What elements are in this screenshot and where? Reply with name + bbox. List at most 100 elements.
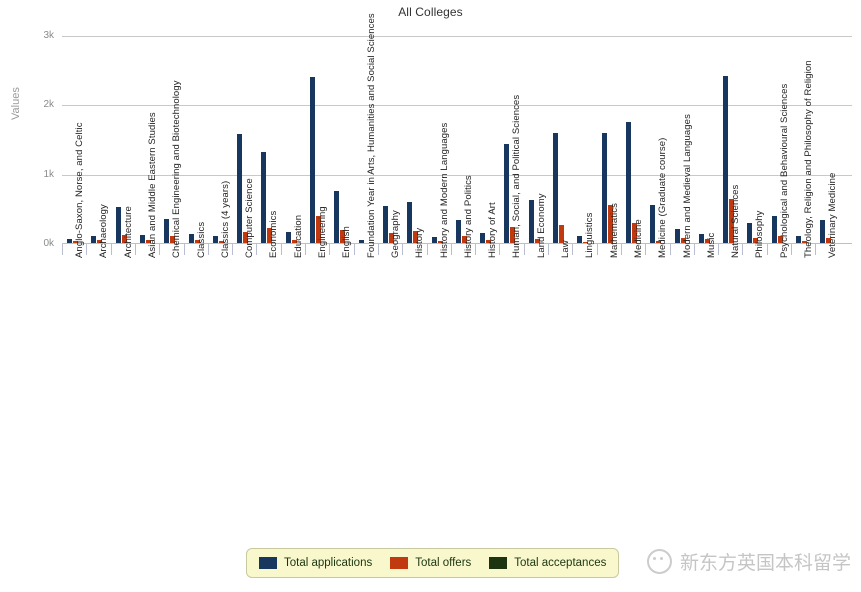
bar-apps[interactable] xyxy=(382,205,388,244)
bar-apps[interactable] xyxy=(237,133,243,244)
y-axis-title: Values xyxy=(10,87,22,120)
bar-apps[interactable] xyxy=(601,133,607,244)
x-tick-label: Modern and Medieval Languages xyxy=(681,114,693,258)
x-tick-label: Psychological and Behavioural Sciences xyxy=(778,83,790,258)
bar-apps[interactable] xyxy=(310,76,315,244)
x-tick xyxy=(523,244,525,255)
x-tick xyxy=(207,244,209,255)
bar-apps[interactable] xyxy=(553,133,558,244)
bar-apps[interactable] xyxy=(747,223,753,244)
bar-apps[interactable] xyxy=(771,216,777,244)
x-tick-label: Economics xyxy=(268,210,280,258)
x-tick-label: Archaeology xyxy=(98,204,110,258)
x-tick xyxy=(669,244,671,255)
bar-apps[interactable] xyxy=(455,219,461,244)
x-tick-label: Foundation Year in Arts, Humanities and … xyxy=(365,13,377,258)
x-tick-label: Architecture xyxy=(122,206,134,258)
bar-apps[interactable] xyxy=(674,228,680,244)
x-tick-label: History xyxy=(414,227,426,258)
x-tick xyxy=(693,244,695,255)
x-tick xyxy=(110,244,112,255)
x-tick-label: Anglo-Saxon, Norse, and Celtic xyxy=(74,122,85,258)
legend-item[interactable]: Total acceptances xyxy=(489,557,606,569)
x-tick xyxy=(86,244,88,255)
bar-apps[interactable] xyxy=(504,144,510,244)
x-tick xyxy=(450,244,452,255)
x-tick-label: Land Economy xyxy=(535,193,547,258)
x-tick-label: Medicine xyxy=(632,219,644,258)
legend-label: Total offers xyxy=(415,557,472,569)
y-tick-label: 3k xyxy=(43,30,54,41)
bar-group[interactable] xyxy=(407,36,424,244)
x-tick-label: Linguistics xyxy=(584,212,596,258)
x-tick xyxy=(645,244,647,255)
x-tick-label: History and Modern Languages xyxy=(438,122,450,258)
x-tick-label: Engineering xyxy=(317,206,328,258)
x-tick xyxy=(766,244,768,255)
x-tick xyxy=(620,244,622,255)
x-tick-label: Music xyxy=(705,232,717,258)
x-tick xyxy=(572,244,574,255)
x-tick xyxy=(791,244,792,255)
x-tick-label: Classics (4 years) xyxy=(219,180,231,258)
x-tick-label: Education xyxy=(292,214,304,258)
watermark: 新东方英国本科留学 xyxy=(646,548,851,575)
bar-apps[interactable] xyxy=(528,199,534,244)
x-tick xyxy=(280,244,282,255)
bar-apps[interactable] xyxy=(261,151,267,244)
x-tick xyxy=(232,244,234,255)
legend-swatch xyxy=(390,557,409,569)
x-tick xyxy=(426,244,428,255)
x-tick xyxy=(499,244,501,255)
bar-group[interactable] xyxy=(188,36,206,244)
x-tick-label: English xyxy=(341,226,353,258)
wechat-smiley-icon xyxy=(646,549,672,574)
legend-item[interactable]: Total offers xyxy=(390,557,471,569)
bar-group[interactable] xyxy=(698,36,716,244)
x-tick-label: Philosophy xyxy=(754,210,766,258)
x-tick-label: History of Art xyxy=(487,202,499,258)
bar-apps[interactable] xyxy=(334,191,340,244)
x-tick xyxy=(62,244,63,255)
x-tick-label: History and Politics xyxy=(462,175,474,258)
bar-group[interactable] xyxy=(334,36,351,244)
bar-apps[interactable] xyxy=(407,202,413,244)
bar-group[interactable] xyxy=(553,36,570,244)
x-tick-label: Veterinary Medicine xyxy=(827,172,839,258)
bar-apps[interactable] xyxy=(820,220,826,244)
legend-label: Total acceptances xyxy=(514,557,607,569)
x-tick xyxy=(742,244,744,255)
x-tick xyxy=(377,244,379,255)
legend-swatch xyxy=(259,557,277,569)
watermark-text: 新东方英国本科留学 xyxy=(679,552,851,574)
x-tick xyxy=(305,244,306,255)
bar-group[interactable] xyxy=(625,36,643,244)
legend-label: Total applications xyxy=(284,557,373,569)
chart-legend[interactable]: Total applications Total offers Total acce… xyxy=(246,548,620,578)
bar-apps[interactable] xyxy=(723,75,729,244)
y-tick-label: 1k xyxy=(43,168,54,180)
x-tick xyxy=(183,244,185,255)
x-tick-label: Classics xyxy=(195,221,207,258)
x-tick xyxy=(596,244,598,255)
bar-apps[interactable] xyxy=(625,121,631,244)
x-tick xyxy=(718,244,720,255)
x-tick-label: Law xyxy=(560,240,571,258)
x-tick-label: Computer Science xyxy=(244,178,256,258)
x-tick xyxy=(256,244,258,255)
x-tick-label: Chemical Engineering and Biotechnology xyxy=(171,80,183,258)
x-tick-label: Natural Sciences xyxy=(730,184,742,258)
bar-group[interactable] xyxy=(285,36,303,244)
x-tick xyxy=(475,244,477,255)
bar-apps[interactable] xyxy=(164,219,170,244)
y-tick-label: 0k xyxy=(43,238,54,249)
legend-item[interactable]: Total applications xyxy=(259,557,372,569)
x-tick-label: Geography xyxy=(389,210,401,258)
x-tick-label: Theology, Religion and Philosophy of Rel… xyxy=(803,60,814,258)
x-tick xyxy=(134,244,136,255)
bar-apps[interactable] xyxy=(650,205,656,244)
bar-apps[interactable] xyxy=(115,206,121,244)
y-tick-label: 2k xyxy=(43,99,54,111)
chart-container: All Colleges Values 0k 1k 2k 3k Anglo-Saxon… xyxy=(0,0,861,592)
x-tick-label: Mathematics xyxy=(608,203,620,258)
